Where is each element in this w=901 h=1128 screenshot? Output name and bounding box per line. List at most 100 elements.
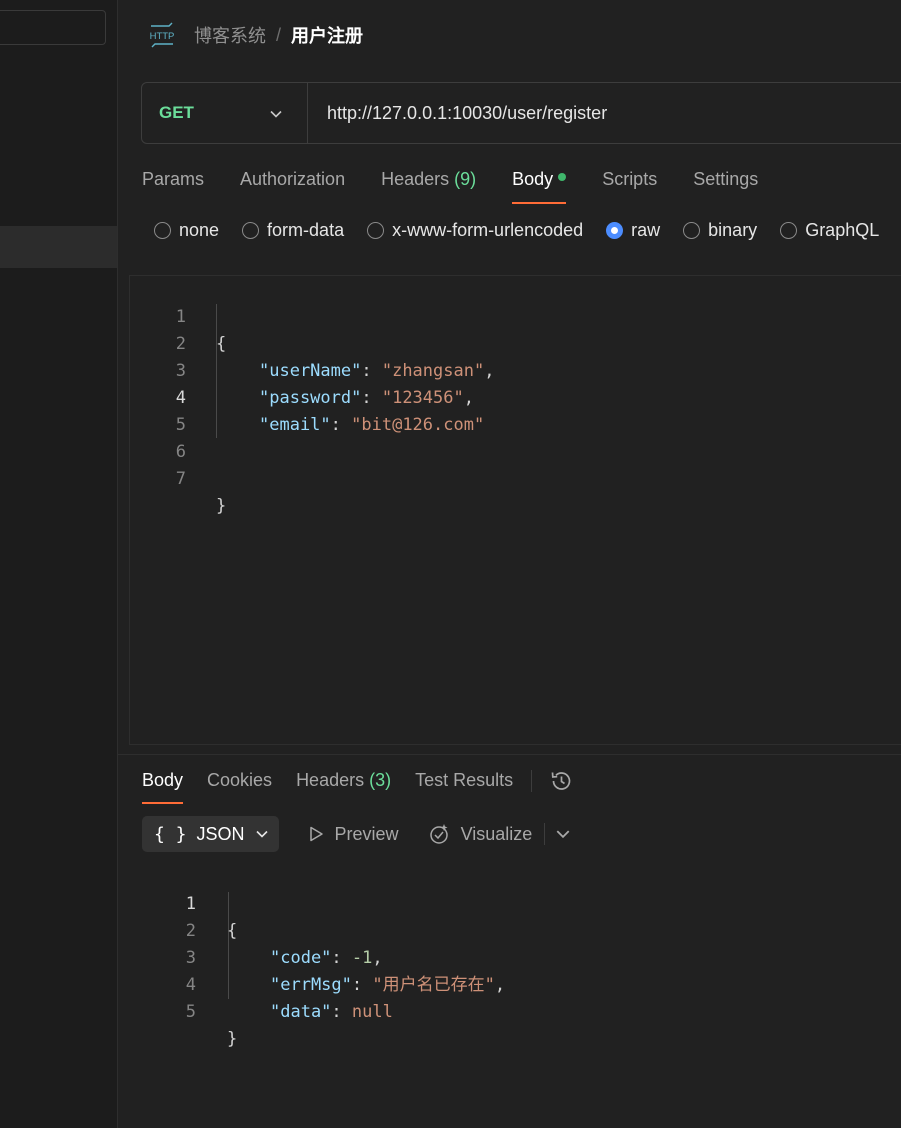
code-line: 2 "code": -1, <box>142 891 383 968</box>
radio-label: binary <box>708 220 758 240</box>
json-value: -1 <box>351 948 373 968</box>
json-value: "用户名已存在" <box>372 975 495 995</box>
radio-binary[interactable]: binary <box>683 220 757 241</box>
request-tabs: Params Authorization Headers (9) Body Sc… <box>142 166 794 204</box>
method-label: GET <box>159 103 194 122</box>
tab-label: Settings <box>693 169 759 189</box>
json-value: null <box>351 1002 393 1022</box>
tab-label: Params <box>142 169 205 189</box>
code-line: 3 "errMsg": "用户名已存在", <box>142 918 505 995</box>
request-body-editor[interactable]: 1 { 2 "userName": "zhangsan", 3 "passwor… <box>129 275 901 745</box>
play-icon <box>309 826 323 842</box>
sidebar-search-input[interactable] <box>0 10 106 45</box>
radio-label: form-data <box>267 220 345 240</box>
line-number: 5 <box>185 1002 196 1022</box>
preview-button[interactable]: Preview <box>307 824 399 845</box>
method-selector[interactable]: GET <box>142 83 308 143</box>
format-label: JSON <box>196 823 245 844</box>
toolbar-separator <box>544 823 546 845</box>
tab-label: Cookies <box>207 770 273 790</box>
breadcrumb: HTTP 博客系统 / 用户注册 <box>148 20 363 50</box>
tab-label: Body <box>512 169 554 189</box>
json-punct: , <box>372 948 383 968</box>
code-line: 6 <box>130 412 186 462</box>
radio-label: GraphQL <box>805 220 880 240</box>
code-text: { <box>227 921 238 941</box>
breadcrumb-collection[interactable]: 博客系统 <box>194 22 266 48</box>
tab-label: Body <box>142 770 184 790</box>
code-text: } <box>227 1029 238 1049</box>
radio-graphql[interactable]: GraphQL <box>780 220 879 241</box>
resp-tab-headers[interactable]: Headers (3) <box>296 768 391 804</box>
headers-count: (3) <box>369 770 392 790</box>
code-text: } <box>216 496 227 516</box>
history-icon[interactable] <box>548 768 574 794</box>
json-punct: , <box>463 388 474 408</box>
code-line: 5 <box>130 385 186 435</box>
json-key: "email" <box>259 415 331 435</box>
sidebar-selected-item[interactable] <box>0 226 117 268</box>
http-icon-label: HTTP <box>150 31 175 42</box>
json-key: "errMsg" <box>270 975 352 995</box>
tab-scripts[interactable]: Scripts <box>602 166 657 204</box>
radio-raw[interactable]: raw <box>606 220 660 241</box>
json-value: "123456" <box>381 388 464 408</box>
code-line: 7 } <box>130 439 227 516</box>
tab-body[interactable]: Body <box>512 166 567 204</box>
tab-params[interactable]: Params <box>142 166 204 204</box>
response-tabs: Body Cookies Headers (3) Test Results <box>142 768 574 804</box>
indent-guide <box>216 304 217 438</box>
response-toolbar: { } JSON Preview Visualize <box>142 816 571 852</box>
url-input[interactable]: http://127.0.0.1:10030/user/register <box>327 103 607 124</box>
radio-circle <box>683 222 701 239</box>
code-line: 5 } <box>142 972 238 1049</box>
chevron-down-icon[interactable] <box>555 826 571 842</box>
code-line: 1 { <box>130 277 227 354</box>
code-text: { <box>216 334 227 354</box>
sidebar <box>0 0 118 1128</box>
json-value: "bit@126.com" <box>351 415 485 435</box>
radio-circle <box>367 222 385 239</box>
tab-label: Test Results <box>415 770 514 790</box>
json-punct: , <box>494 975 506 995</box>
tab-authorization[interactable]: Authorization <box>240 166 345 204</box>
radio-form-data[interactable]: form-data <box>242 220 344 241</box>
line-number: 7 <box>175 469 186 489</box>
braces-icon: { } <box>154 823 187 845</box>
resp-tab-body[interactable]: Body <box>142 768 184 804</box>
http-request-icon: HTTP <box>150 22 175 48</box>
url-bar: GET http://127.0.0.1:10030/user/register <box>141 82 901 144</box>
body-type-selector: none form-data x-www-form-urlencoded raw… <box>154 220 901 241</box>
json-key: "data" <box>270 1002 332 1022</box>
visualize-icon <box>429 824 448 844</box>
radio-label: x-www-form-urlencoded <box>392 220 584 240</box>
body-indicator-dot <box>558 173 567 182</box>
radio-x-www-form-urlencoded[interactable]: x-www-form-urlencoded <box>367 220 583 241</box>
resp-tab-test-results[interactable]: Test Results <box>415 768 513 804</box>
code-line: 1 { <box>142 864 238 941</box>
radio-none[interactable]: none <box>154 220 219 241</box>
code-line: 4 "data": null <box>142 945 393 1022</box>
tab-label: Scripts <box>602 169 658 189</box>
radio-circle <box>780 222 798 239</box>
radio-label: raw <box>631 220 661 240</box>
response-body-viewer[interactable]: 1 { 2 "code": -1, 3 "errMsg": "用户名已存在", … <box>142 864 901 1049</box>
visualize-button[interactable]: Visualize <box>427 822 532 846</box>
radio-circle <box>606 222 624 239</box>
tab-label: Headers <box>296 770 365 790</box>
breadcrumb-separator: / <box>276 24 282 45</box>
response-divider[interactable] <box>118 754 901 755</box>
resp-tab-cookies[interactable]: Cookies <box>207 768 272 804</box>
json-value: "zhangsan" <box>381 361 485 381</box>
json-key: "password" <box>259 388 362 408</box>
tab-separator <box>531 770 533 792</box>
json-key: "userName" <box>259 361 362 381</box>
request-name[interactable]: 用户注册 <box>291 22 363 48</box>
radio-circle <box>154 222 171 239</box>
tab-headers[interactable]: Headers (9) <box>381 166 476 204</box>
chevron-down-icon <box>255 830 268 838</box>
tab-settings[interactable]: Settings <box>693 166 758 204</box>
code-line: 4 "email": "bit@126.com" <box>130 358 484 435</box>
format-dropdown[interactable]: { } JSON <box>142 816 279 852</box>
indent-guide <box>228 892 229 999</box>
